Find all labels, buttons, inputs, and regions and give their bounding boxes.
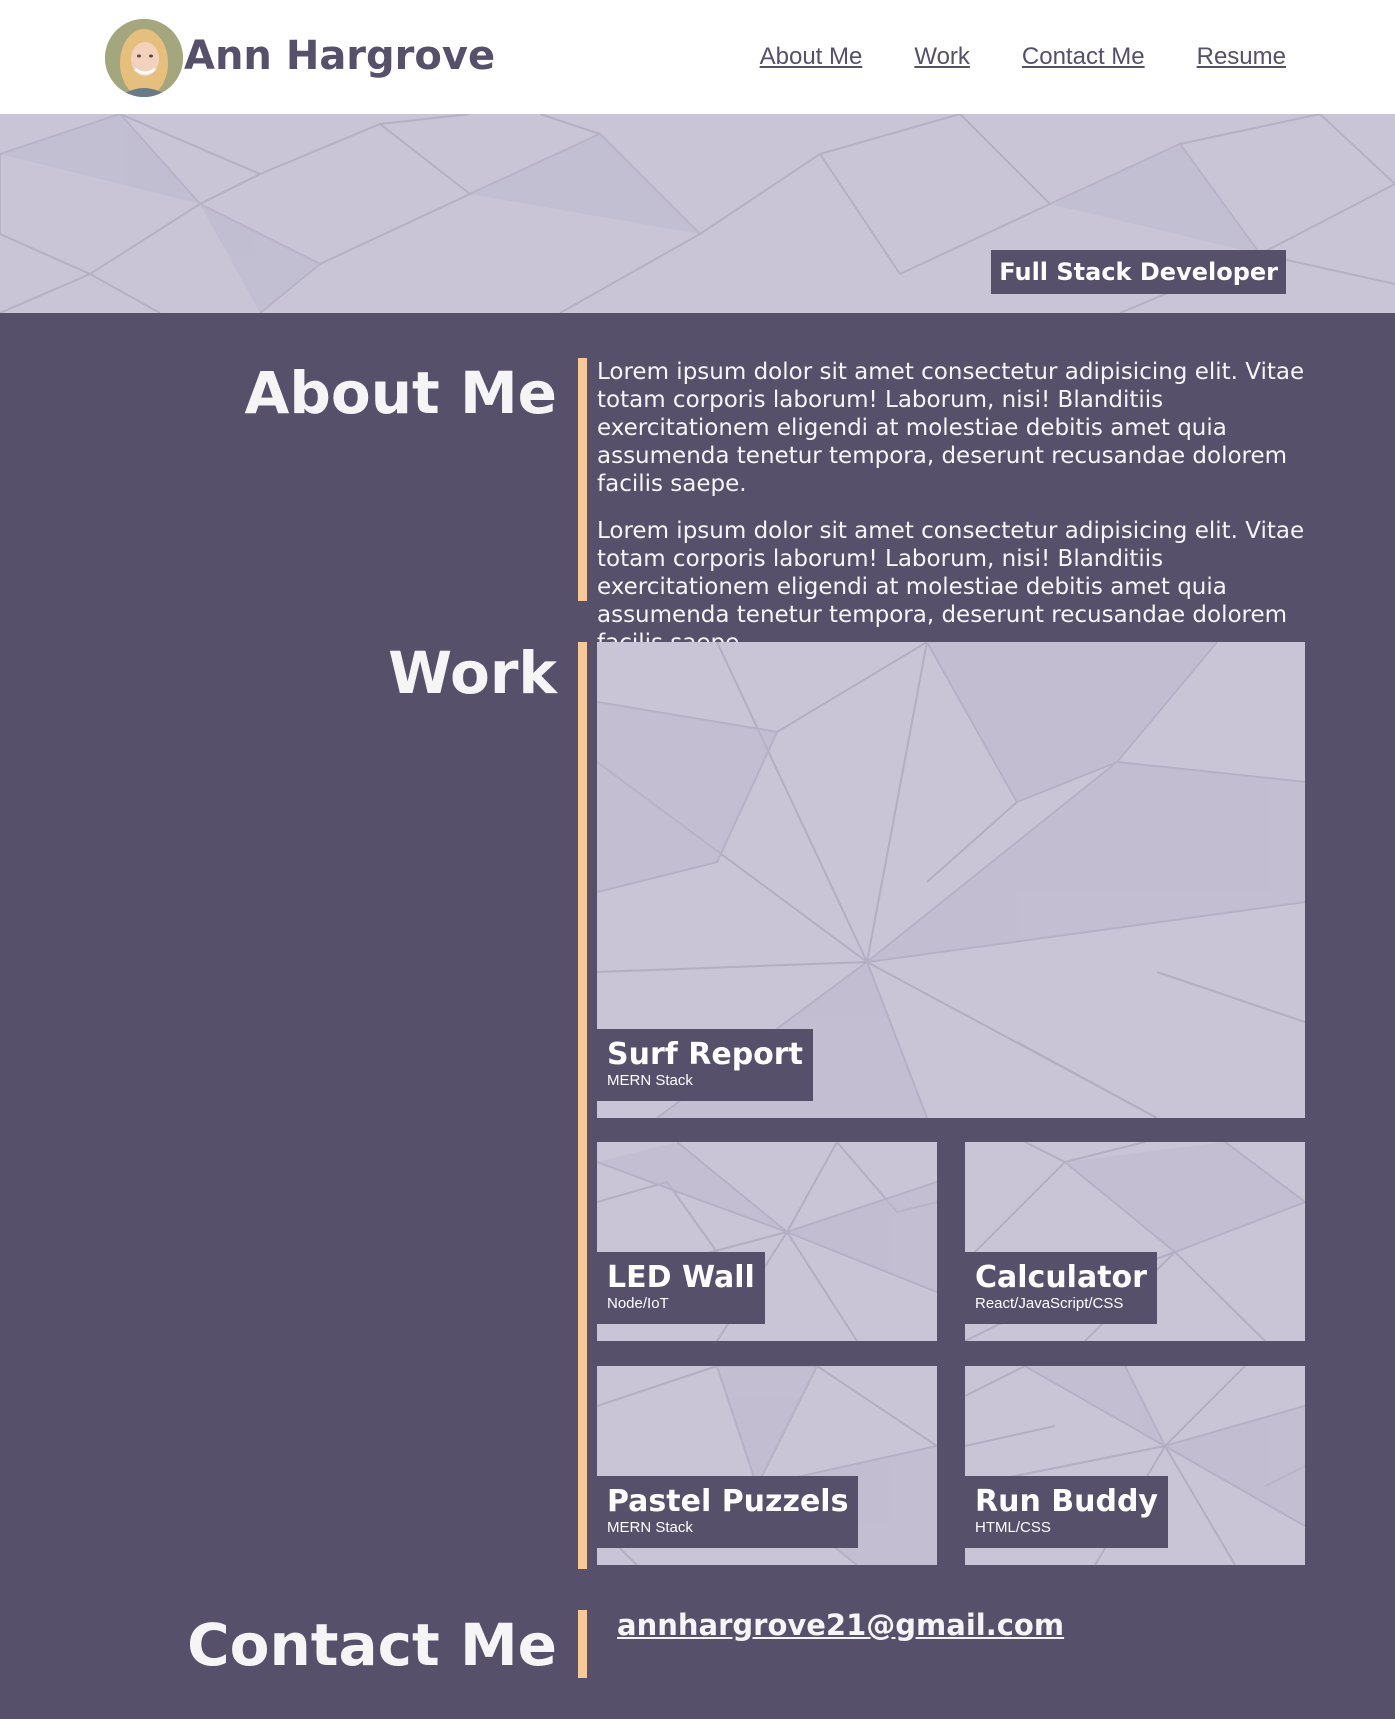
nav-work[interactable]: Work [914, 42, 970, 72]
project-label: Calculator React/JavaScript/CSS [965, 1252, 1157, 1324]
project-card-run-buddy[interactable]: Run Buddy HTML/CSS [965, 1366, 1305, 1565]
project-card-led-wall[interactable]: LED Wall Node/IoT [597, 1142, 937, 1341]
project-stack: MERN Stack [607, 1072, 693, 1089]
email-link[interactable]: annhargrove21@gmail.com [617, 1608, 1064, 1642]
project-title: Pastel Puzzels [607, 1484, 849, 1519]
project-title: LED Wall [607, 1260, 755, 1295]
project-card-pastel-puzzels[interactable]: Pastel Puzzels MERN Stack [597, 1366, 937, 1565]
about-accent-bar [578, 358, 587, 601]
project-stack: React/JavaScript/CSS [975, 1295, 1124, 1312]
main-nav: About Me Work Contact Me Resume [760, 42, 1286, 72]
project-stack: MERN Stack [607, 1519, 693, 1536]
about-text: Lorem ipsum dolor sit amet consectetur a… [597, 358, 1312, 676]
contact-accent-bar [578, 1610, 587, 1678]
project-title: Calculator [975, 1260, 1147, 1295]
project-title: Surf Report [607, 1037, 803, 1072]
role-badge: Full Stack Developer [991, 250, 1286, 294]
nav-resume[interactable]: Resume [1197, 42, 1286, 72]
nav-about-me[interactable]: About Me [760, 42, 863, 72]
about-paragraph: Lorem ipsum dolor sit amet consectetur a… [597, 359, 1305, 497]
project-title: Run Buddy [975, 1484, 1158, 1519]
project-label: LED Wall Node/IoT [597, 1252, 765, 1324]
nav-contact-me[interactable]: Contact Me [1022, 42, 1145, 72]
project-card-surf-report[interactable]: Surf Report MERN Stack [597, 642, 1305, 1118]
work-title: Work [388, 639, 557, 707]
project-label: Pastel Puzzels MERN Stack [597, 1476, 859, 1548]
site-header: Ann Hargrove About Me Work Contact Me Re… [0, 0, 1395, 114]
hero-banner: Full Stack Developer [0, 114, 1395, 313]
project-label: Surf Report MERN Stack [597, 1029, 813, 1101]
project-stack: Node/IoT [607, 1295, 669, 1312]
avatar [105, 19, 183, 97]
work-accent-bar [578, 642, 587, 1569]
contact-title: Contact Me [187, 1611, 557, 1679]
about-title: About Me [244, 359, 557, 427]
project-stack: HTML/CSS [975, 1519, 1051, 1536]
site-name: Ann Hargrove [184, 33, 496, 79]
about-paragraph: Lorem ipsum dolor sit amet consectetur a… [597, 518, 1305, 656]
project-card-calculator[interactable]: Calculator React/JavaScript/CSS [965, 1142, 1305, 1341]
project-label: Run Buddy HTML/CSS [965, 1476, 1168, 1548]
